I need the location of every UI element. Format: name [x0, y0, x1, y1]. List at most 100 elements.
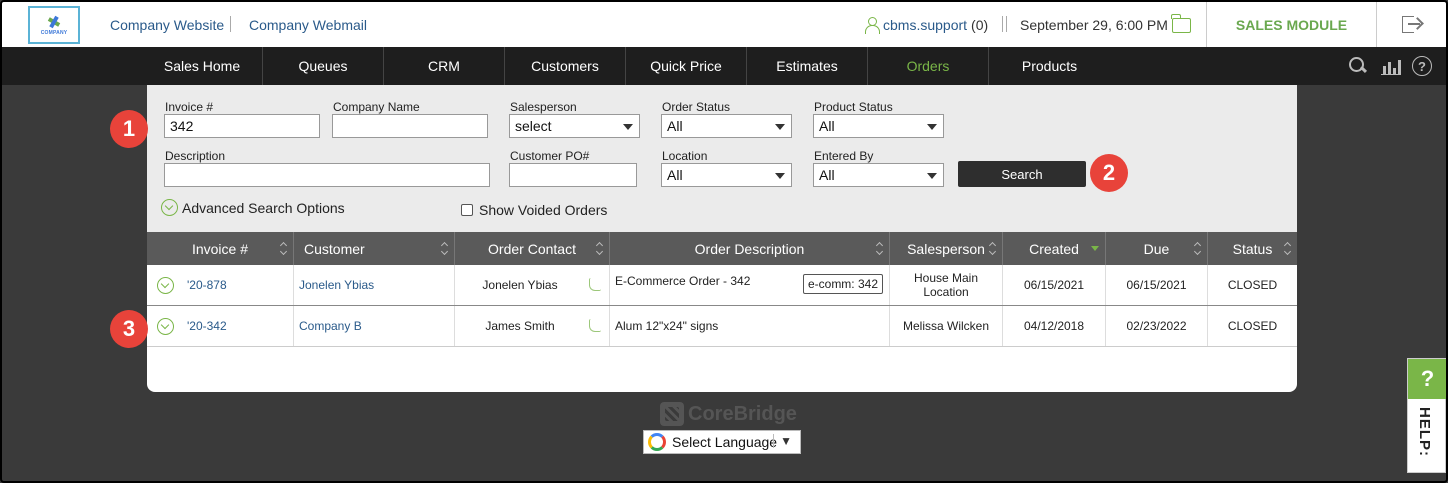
- col-due[interactable]: Due: [1106, 232, 1208, 265]
- user-name[interactable]: cbms.support: [883, 17, 967, 33]
- sort-icon[interactable]: [988, 243, 996, 255]
- sort-icon[interactable]: [440, 243, 448, 255]
- help-label: HELP:: [1416, 407, 1433, 457]
- location-select[interactable]: All: [661, 163, 792, 187]
- nav-estimates[interactable]: Estimates: [747, 47, 868, 85]
- main-nav: Sales Home Queues CRM Customers Quick Pr…: [2, 47, 1446, 85]
- col-customer[interactable]: Customer: [294, 232, 455, 265]
- language-label: Select Language: [672, 434, 778, 450]
- status-cell: CLOSED: [1227, 319, 1278, 333]
- salesperson-label: Salesperson: [510, 100, 577, 114]
- contact-cell: Jonelen Ybias: [455, 265, 610, 305]
- company-name-label: Company Name: [333, 100, 420, 114]
- callout-badge-2: 2: [1090, 154, 1128, 192]
- advanced-search-label: Advanced Search Options: [182, 199, 345, 216]
- sort-icon[interactable]: [1193, 243, 1201, 255]
- help-circle-icon[interactable]: ?: [1412, 56, 1432, 76]
- company-name-input[interactable]: [332, 114, 488, 138]
- nav-queues[interactable]: Queues: [263, 47, 384, 85]
- col-status[interactable]: Status: [1208, 232, 1297, 265]
- corebridge-logo-icon: [660, 402, 684, 426]
- description-cell: Alum 12"x24" signs: [610, 306, 890, 346]
- table-row[interactable]: '20-342 Company B James Smith Alum 12"x2…: [147, 306, 1297, 347]
- order-status-select[interactable]: All: [661, 114, 792, 138]
- product-status-label: Product Status: [814, 100, 893, 114]
- search-icon[interactable]: [1348, 56, 1368, 76]
- expand-row-icon[interactable]: [157, 317, 174, 335]
- show-voided-toggle[interactable]: Show Voided Orders: [461, 202, 607, 218]
- advanced-search-toggle[interactable]: Advanced Search Options: [161, 199, 345, 216]
- module-switcher[interactable]: SALES MODULE: [1206, 2, 1377, 47]
- table-row[interactable]: '20-878 Jonelen Ybias Jonelen Ybias E-Co…: [147, 265, 1297, 306]
- invoice-link[interactable]: '20-878: [187, 278, 227, 292]
- invoice-link[interactable]: '20-342: [187, 319, 227, 333]
- col-invoice[interactable]: Invoice #: [147, 232, 294, 265]
- description-text: E-Commerce Order - 342: [615, 274, 751, 288]
- nav-products[interactable]: Products: [989, 47, 1110, 85]
- customer-cell: Jonelen Ybias: [294, 265, 455, 305]
- contact-cell: James Smith: [455, 306, 610, 346]
- company-website-link[interactable]: Company Website: [110, 17, 224, 33]
- phone-icon[interactable]: [589, 278, 601, 291]
- company-webmail-link[interactable]: Company Webmail: [249, 17, 367, 33]
- invoice-input[interactable]: 342: [164, 114, 320, 138]
- sort-icon[interactable]: [595, 243, 603, 255]
- nav-orders[interactable]: Orders: [868, 47, 989, 85]
- search-filters: Invoice # 342 Company Name Salesperson s…: [147, 85, 1297, 232]
- nav-crm[interactable]: CRM: [384, 47, 505, 85]
- logout-icon[interactable]: [1402, 16, 1422, 33]
- col-order-contact[interactable]: Order Contact: [455, 232, 610, 265]
- product-status-select[interactable]: All: [813, 114, 944, 138]
- entered-by-select[interactable]: All: [813, 163, 944, 187]
- due-cell: 06/15/2021: [1106, 265, 1208, 305]
- analytics-chart-icon[interactable]: [1380, 56, 1401, 76]
- customer-link[interactable]: Jonelen Ybias: [299, 278, 374, 292]
- invoice-label: Invoice #: [165, 100, 214, 114]
- nav-sales-home[interactable]: Sales Home: [142, 47, 263, 85]
- search-button[interactable]: Search: [958, 161, 1086, 187]
- user-notification-count: (0): [971, 17, 989, 33]
- logo-text: COMPANY: [40, 30, 68, 36]
- expand-row-icon[interactable]: [157, 276, 174, 294]
- divider: [1002, 16, 1007, 32]
- ecommerce-tag: e-comm: 342: [802, 274, 883, 294]
- nav-quick-price[interactable]: Quick Price: [626, 47, 747, 85]
- col-order-description[interactable]: Order Description: [610, 232, 890, 265]
- logo-mark-icon: [46, 14, 62, 30]
- customer-cell: Company B: [294, 306, 455, 346]
- corebridge-brand: CoreBridge: [660, 402, 797, 426]
- sort-icon[interactable]: [279, 243, 287, 255]
- brand-name: CoreBridge: [688, 402, 797, 425]
- user-menu[interactable]: cbms.support (0): [864, 17, 989, 34]
- customer-po-input[interactable]: [509, 163, 637, 187]
- app-frame: COMPANY Company Website Company Webmail …: [0, 0, 1448, 483]
- col-customer-label: Customer: [304, 240, 365, 257]
- sort-icon[interactable]: [875, 243, 883, 255]
- col-description-label: Order Description: [694, 240, 805, 257]
- col-salesperson-label: Salesperson: [907, 240, 985, 257]
- contact-name: James Smith: [485, 319, 555, 333]
- current-datetime: September 29, 6:00 PM: [1020, 17, 1168, 33]
- created-cell: 04/12/2018: [1003, 306, 1106, 346]
- description-cell: E-Commerce Order - 342 e-comm: 342: [610, 265, 890, 305]
- col-invoice-label: Invoice #: [191, 240, 249, 257]
- nav-customers[interactable]: Customers: [505, 47, 626, 85]
- phone-icon[interactable]: [589, 319, 601, 332]
- description-input[interactable]: [164, 163, 490, 187]
- col-created[interactable]: Created: [1003, 232, 1106, 265]
- sort-desc-icon[interactable]: [1091, 246, 1099, 251]
- help-tab[interactable]: ? HELP:: [1407, 358, 1446, 473]
- company-logo[interactable]: COMPANY: [28, 6, 80, 44]
- show-voided-label: Show Voided Orders: [479, 202, 608, 218]
- sort-icon[interactable]: [1283, 243, 1291, 255]
- customer-link[interactable]: Company B: [299, 319, 362, 333]
- google-icon: [648, 433, 666, 451]
- folder-icon[interactable]: [1171, 14, 1191, 33]
- language-select[interactable]: Select Language ▼: [643, 430, 801, 454]
- salesperson-select[interactable]: select: [509, 114, 640, 138]
- col-due-label: Due: [1143, 240, 1170, 257]
- col-salesperson[interactable]: Salesperson: [890, 232, 1003, 265]
- show-voided-checkbox[interactable]: [461, 204, 473, 216]
- callout-badge-1: 1: [110, 110, 148, 148]
- help-question-icon: ?: [1408, 359, 1446, 399]
